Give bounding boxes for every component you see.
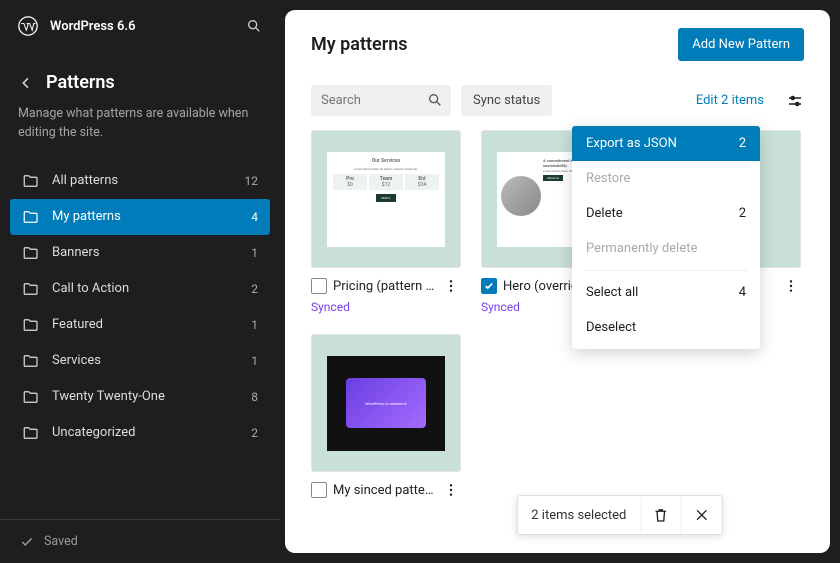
sidebar-item-label: My patterns [52,209,239,224]
sidebar-item-count: 8 [251,390,258,404]
sidebar-item-label: All patterns [52,173,233,188]
save-status: Saved [44,534,78,549]
close-selection-button[interactable] [681,496,721,534]
popover-item-label: Restore [586,171,630,186]
pattern-card: WordPress is awesome My sinced pattern [311,334,461,498]
wordpress-logo-icon [18,16,38,36]
sidebar-item-count: 1 [251,246,258,260]
sidebar-item-label: Banners [52,245,239,260]
main-panel: My patterns Add New Pattern Sync status … [285,10,830,553]
sidebar-item-label: Featured [52,317,239,332]
sidebar-item[interactable]: Featured 1 [10,307,270,343]
popover-item-count: 2 [739,206,746,221]
page-title: My patterns [311,34,408,55]
pattern-card: Our ServicesLorem ipsum dolor sit amero … [311,130,461,314]
sidebar-item[interactable]: All patterns 12 [10,163,270,199]
sidebar-item-count: 12 [245,174,259,188]
popover-item-label: Export as JSON [586,136,677,151]
folder-icon [22,244,40,262]
sync-status-filter[interactable]: Sync status [461,85,552,116]
main-header: My patterns Add New Pattern [285,10,830,79]
popover-item[interactable]: Select all 4 [572,275,760,310]
sidebar-footer: Saved [0,519,280,563]
folder-icon [22,280,40,298]
pattern-checkbox[interactable] [481,278,497,294]
sidebar-item-count: 1 [251,354,258,368]
sidebar-item-label: Uncategorized [52,425,239,440]
sidebar: WordPress 6.6 Patterns Manage what patte… [0,0,280,563]
popover-item-label: Select all [586,285,638,300]
sidebar-item[interactable]: Twenty Twenty-One 8 [10,379,270,415]
popover-item-count: 4 [739,285,746,300]
sidebar-item-count: 2 [251,282,258,296]
global-search-icon[interactable] [246,18,262,34]
pattern-more-icon[interactable] [441,482,461,498]
pattern-more-icon[interactable] [441,278,461,294]
selection-bar: 2 items selected [516,495,722,535]
pattern-checkbox[interactable] [311,482,327,498]
sidebar-item-label: Twenty Twenty-One [52,389,239,404]
sync-badge: Synced [311,294,461,314]
popover-item-label: Deselect [586,320,636,335]
popover-item-count: 2 [739,136,746,151]
popover-item-label: Permanently delete [586,241,697,256]
pattern-checkbox[interactable] [311,278,327,294]
folder-icon [22,424,40,442]
app-header: WordPress 6.6 [0,0,280,52]
add-new-pattern-button[interactable]: Add New Pattern [678,28,804,61]
sidebar-header: Patterns [0,52,280,101]
sidebar-item[interactable]: Call to Action 2 [10,271,270,307]
sidebar-item[interactable]: Services 1 [10,343,270,379]
popover-item[interactable]: Delete 2 [572,196,760,231]
pattern-categories-list: All patterns12My patterns4Banners1Call t… [0,163,280,451]
pattern-thumbnail[interactable]: Our ServicesLorem ipsum dolor sit amero … [311,130,461,268]
pattern-title: Pricing (pattern ... [333,279,435,294]
folder-icon [22,316,40,334]
search-wrapper [311,85,451,116]
popover-item: Restore [572,161,760,196]
sidebar-title: Patterns [46,72,115,93]
back-chevron-icon[interactable] [18,75,34,91]
sidebar-item-count: 1 [251,318,258,332]
delete-selected-button[interactable] [641,496,681,534]
folder-icon [22,388,40,406]
sidebar-item-label: Call to Action [52,281,239,296]
popover-item-label: Delete [586,206,623,221]
pattern-thumbnail[interactable]: WordPress is awesome [311,334,461,472]
pattern-more-icon[interactable] [781,278,801,294]
folder-icon [22,208,40,226]
sidebar-item[interactable]: Banners 1 [10,235,270,271]
folder-icon [22,172,40,190]
selection-count: 2 items selected [517,498,641,533]
sidebar-description: Manage what patterns are available when … [0,101,280,163]
sidebar-item-count: 4 [251,210,258,224]
popover-item: Permanently delete [572,231,760,266]
sidebar-item[interactable]: My patterns 4 [10,199,270,235]
edit-items-link[interactable]: Edit 2 items [696,93,764,108]
toolbar: Sync status Edit 2 items [285,79,830,130]
app-title: WordPress 6.6 [50,19,234,34]
sidebar-item-label: Services [52,353,239,368]
folder-icon [22,352,40,370]
bulk-actions-popover: Export as JSON 2 Restore Delete 2 Permanently… [572,126,760,349]
view-options-icon[interactable] [786,92,804,110]
sidebar-item[interactable]: Uncategorized 2 [10,415,270,451]
popover-item[interactable]: Export as JSON 2 [572,126,760,161]
popover-item[interactable]: Deselect [572,310,760,345]
sidebar-item-count: 2 [251,426,258,440]
search-icon[interactable] [427,92,443,108]
pattern-title: My sinced pattern [333,483,435,498]
check-icon [20,535,34,549]
